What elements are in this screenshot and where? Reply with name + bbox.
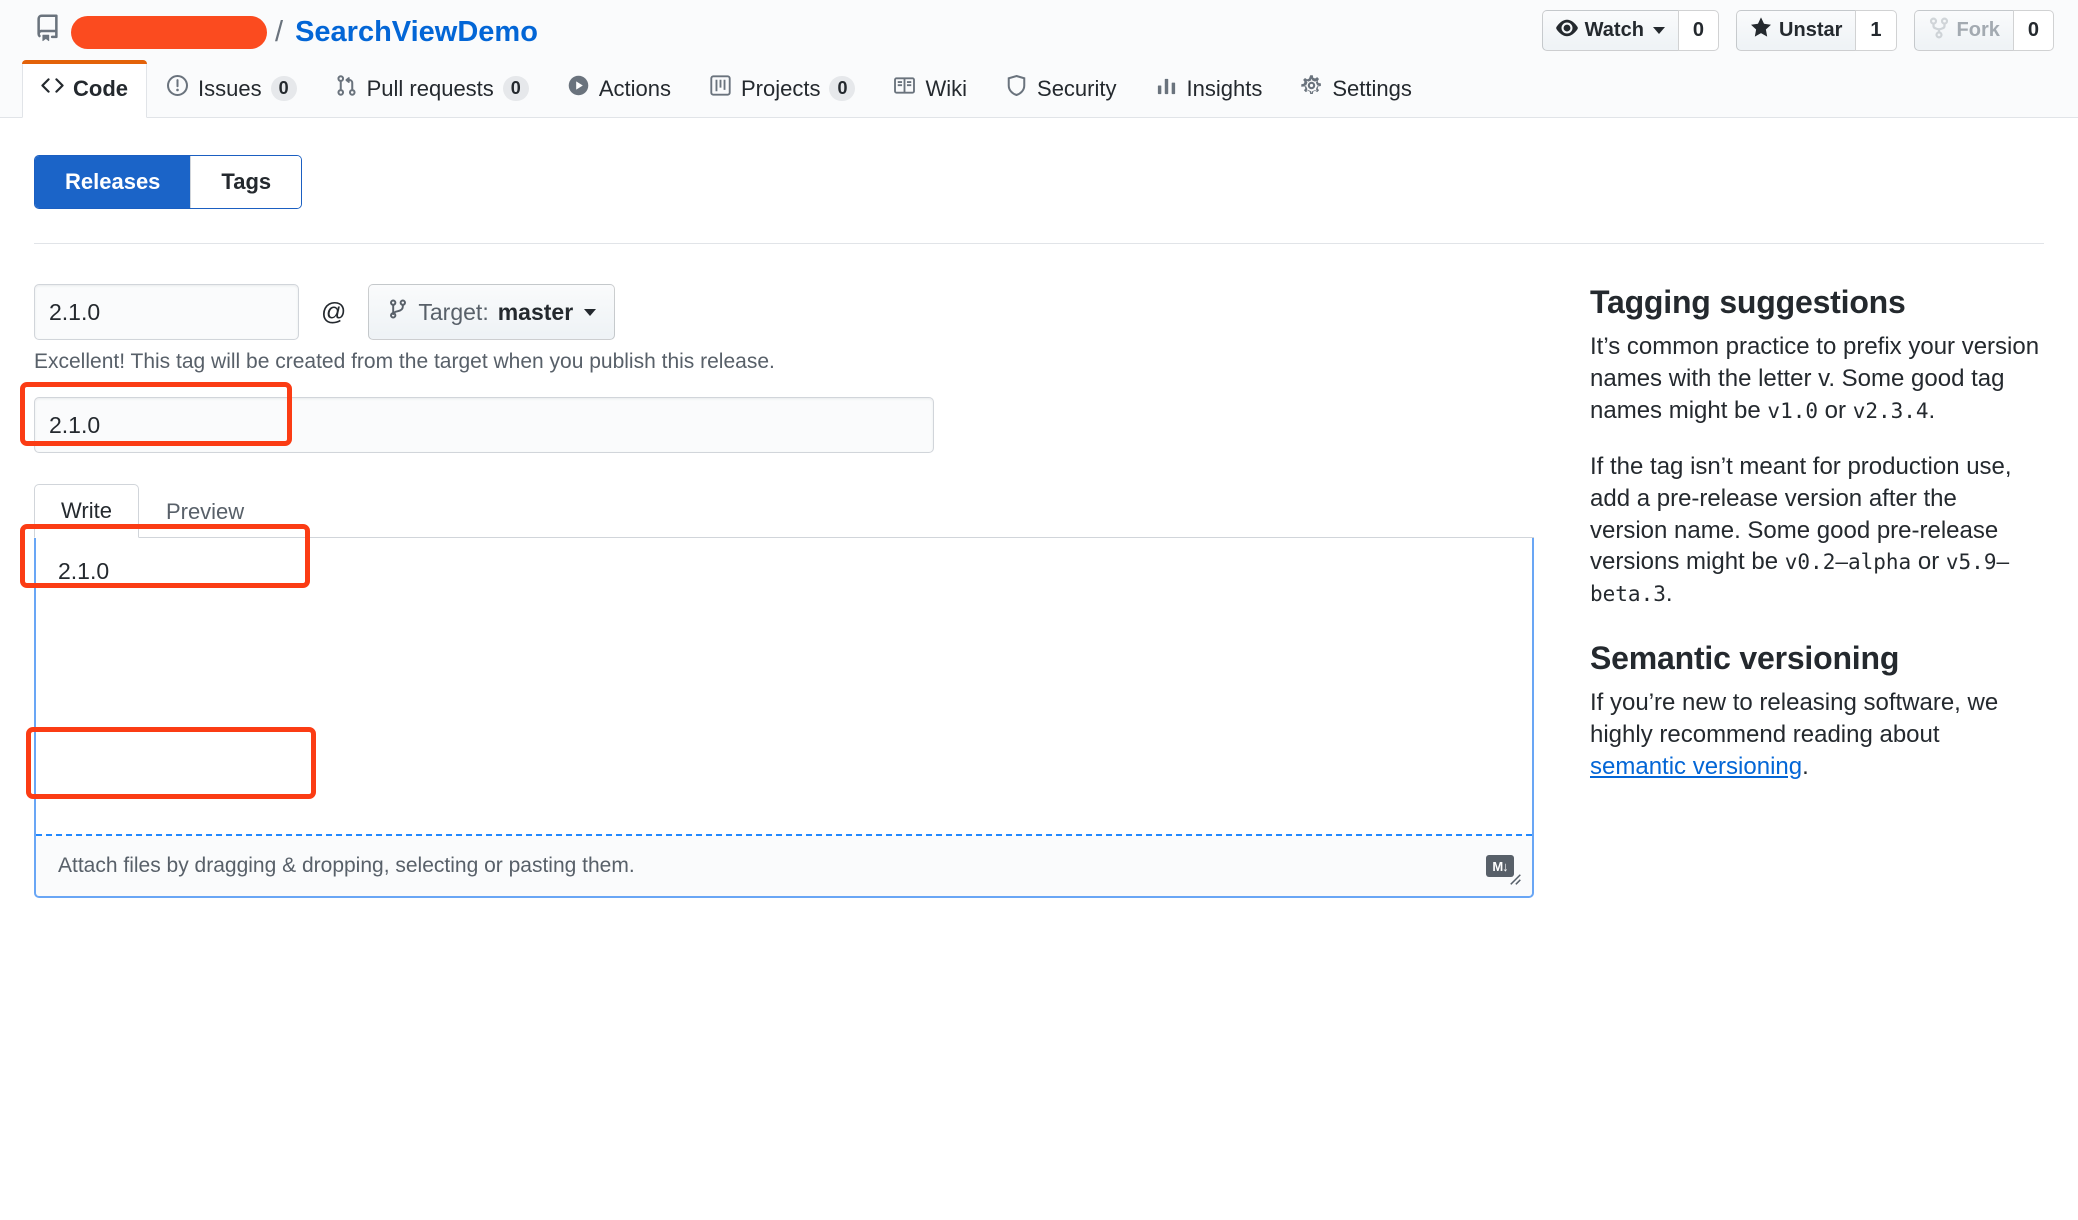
segment-tags[interactable]: Tags — [190, 156, 302, 208]
tab-settings-label: Settings — [1332, 75, 1412, 101]
tab-wiki[interactable]: Wiki — [874, 60, 986, 118]
at-separator: @ — [321, 297, 347, 326]
play-icon — [567, 74, 590, 103]
star-count[interactable]: 1 — [1855, 10, 1897, 51]
tag-version-input[interactable] — [34, 284, 299, 340]
tag-example-v0-2-alpha: v0.2–alpha — [1784, 550, 1912, 575]
tab-issues-count: 0 — [270, 76, 297, 101]
book-icon — [893, 74, 916, 103]
release-form: @ Target: master Excellent! This tag wil… — [34, 284, 1534, 898]
tab-security-label: Security — [1037, 75, 1117, 101]
issue-opened-icon — [166, 74, 189, 103]
semantic-versioning-link[interactable]: semantic versioning — [1590, 753, 1802, 780]
tab-insights-label: Insights — [1186, 75, 1263, 101]
tab-pull-requests-count: 0 — [502, 76, 529, 101]
breadcrumb-separator: / — [275, 15, 284, 48]
tag-row: @ Target: master — [34, 284, 1534, 340]
watch-button[interactable]: Watch — [1541, 10, 1678, 51]
project-icon — [709, 74, 732, 103]
release-body-wrapper: Attach files by dragging & dropping, sel… — [34, 538, 1534, 898]
semantic-versioning-heading: Semantic versioning — [1590, 640, 1900, 677]
tag-hint-text: Excellent! This tag will be created from… — [34, 350, 775, 373]
tab-pull-requests[interactable]: Pull requests 0 — [316, 60, 548, 118]
tag-example-v1-0: v1.0 — [1767, 398, 1818, 423]
tab-actions[interactable]: Actions — [548, 60, 690, 118]
repo-name-link[interactable]: SearchViewDemo — [295, 16, 538, 49]
tab-code[interactable]: Code — [22, 60, 147, 118]
target-prefix-label: Target: — [418, 298, 489, 325]
fork-label: Fork — [1956, 19, 2000, 41]
fork-button-group[interactable]: Fork 0 — [1913, 10, 2054, 51]
watch-count[interactable]: 0 — [1677, 10, 1720, 51]
tag-example-v2-3-4: v2.3.4 — [1852, 398, 1929, 423]
tagging-p2-text-b: or — [1911, 548, 1946, 576]
attach-files-label: Attach files by dragging & dropping, sel… — [58, 854, 635, 877]
git-pull-request-icon — [335, 74, 358, 103]
eye-icon — [1555, 17, 1578, 45]
releases-tags-toggle: Releases Tags — [34, 155, 303, 209]
repo-icon — [34, 12, 61, 52]
editor-tab-list: Write Preview — [34, 484, 1534, 538]
release-body-textarea[interactable] — [36, 538, 1532, 834]
graph-icon — [1155, 74, 1178, 103]
star-icon — [1750, 16, 1772, 45]
tagging-p1-text-b: or — [1818, 396, 1853, 424]
tab-issues[interactable]: Issues 0 — [147, 60, 316, 118]
shield-icon — [1005, 74, 1028, 103]
semver-text-b: . — [1802, 753, 1809, 781]
fork-button: Fork — [1913, 10, 2013, 51]
fork-count[interactable]: 0 — [2012, 10, 2054, 51]
tab-preview[interactable]: Preview — [139, 485, 271, 538]
tab-wiki-label: Wiki — [925, 75, 968, 101]
watch-label: Watch — [1584, 19, 1644, 41]
star-button-group[interactable]: Unstar 1 — [1736, 10, 1897, 51]
markdown-icon[interactable]: M↓ — [1486, 855, 1514, 877]
owner-name-redacted[interactable] — [71, 15, 267, 49]
tagging-suggestions-heading: Tagging suggestions — [1590, 284, 1906, 320]
tab-insights[interactable]: Insights — [1136, 60, 1282, 118]
segment-releases[interactable]: Releases — [35, 156, 191, 208]
chevron-down-icon — [584, 308, 597, 316]
repo-action-buttons: Watch 0 Unstar 1 Fork 0 — [1541, 10, 2054, 51]
tab-projects-count: 0 — [829, 76, 856, 101]
release-body-editor: Write Preview Attach files by dragging &… — [34, 484, 1534, 898]
tagging-paragraph-2: If the tag isn’t meant for production us… — [1590, 451, 2040, 611]
semver-text-a: If you’re new to releasing software, we … — [1590, 689, 1999, 749]
tab-code-label: Code — [73, 75, 128, 101]
chevron-down-icon — [1652, 27, 1665, 34]
watch-button-group[interactable]: Watch 0 — [1541, 10, 1720, 51]
tagging-paragraph-1: It’s common practice to prefix your vers… — [1590, 331, 2040, 427]
tab-write[interactable]: Write — [34, 484, 139, 538]
tagging-p2-text-c: . — [1665, 580, 1673, 608]
tagging-p1-text-c: . — [1928, 396, 1936, 424]
tab-actions-label: Actions — [598, 75, 671, 101]
tab-projects-label: Projects — [740, 75, 821, 101]
release-sidebar: Tagging suggestions It’s common practice… — [1590, 284, 2040, 898]
semantic-versioning-paragraph: If you’re new to releasing software, we … — [1590, 687, 2040, 783]
page-body: Releases Tags @ Target: master Excellent… — [0, 155, 2078, 898]
git-branch-icon — [387, 298, 409, 326]
code-icon — [41, 74, 64, 103]
unstar-button[interactable]: Unstar — [1736, 10, 1856, 51]
target-branch-name: master — [497, 298, 574, 325]
section-divider — [34, 243, 2044, 244]
attach-files-dropzone[interactable]: Attach files by dragging & dropping, sel… — [36, 834, 1532, 896]
fork-icon — [1928, 17, 1950, 45]
repo-header: / SearchViewDemo Watch 0 Unstar 1 Fork 0… — [0, 0, 2078, 118]
gear-icon — [1300, 74, 1323, 103]
unstar-label: Unstar — [1779, 19, 1843, 41]
target-branch-dropdown[interactable]: Target: master — [368, 284, 616, 340]
tab-security[interactable]: Security — [986, 60, 1135, 118]
tab-pull-requests-label: Pull requests — [366, 75, 494, 101]
repo-nav: Code Issues 0 Pull requests 0 Actions Pr… — [22, 60, 1431, 118]
release-title-input[interactable] — [34, 397, 934, 453]
tab-issues-label: Issues — [198, 75, 262, 101]
release-form-layout: @ Target: master Excellent! This tag wil… — [34, 284, 2044, 898]
tab-projects[interactable]: Projects 0 — [690, 60, 875, 118]
tab-settings[interactable]: Settings — [1281, 60, 1431, 118]
breadcrumb: / SearchViewDemo — [34, 12, 538, 52]
